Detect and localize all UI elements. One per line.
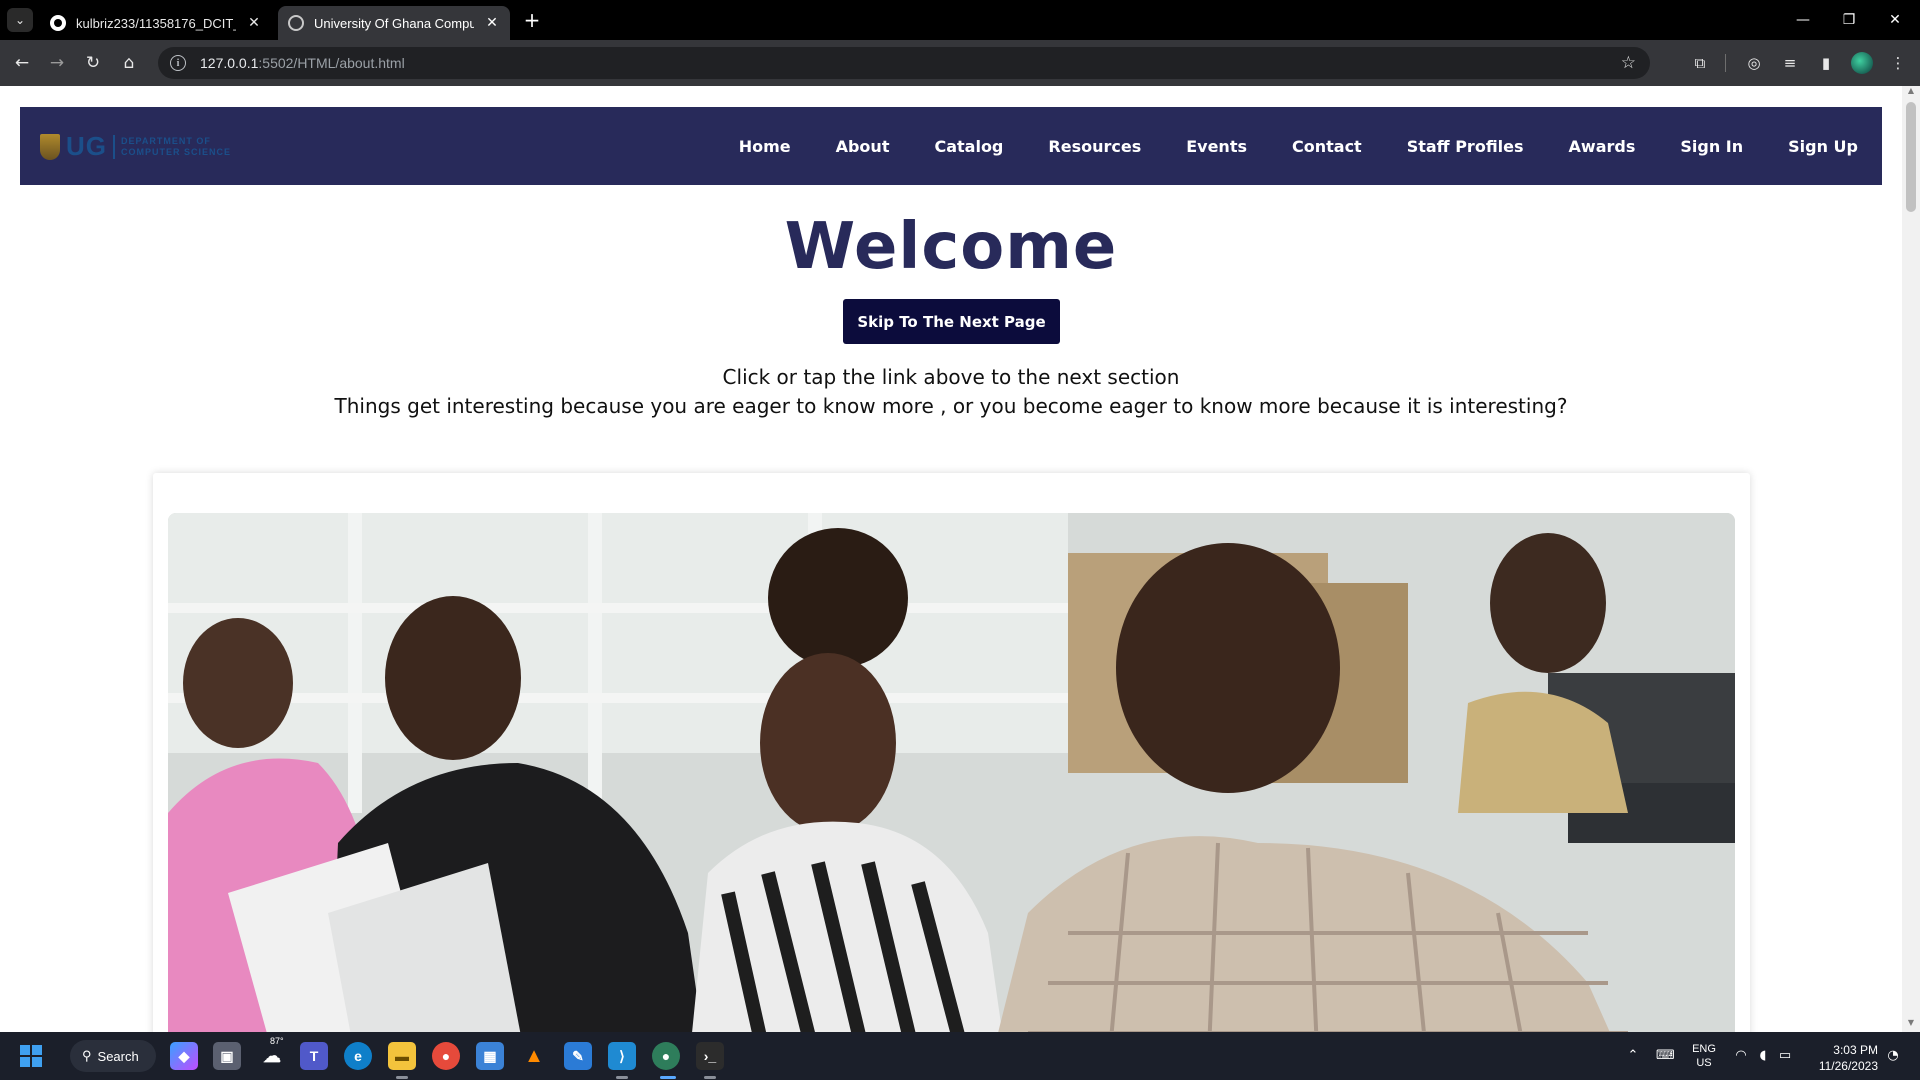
nav-sign-in[interactable]: Sign In	[1680, 137, 1743, 156]
terminal-icon[interactable]: ›_	[696, 1042, 724, 1070]
microsoft-store-icon[interactable]: ▦	[476, 1042, 504, 1070]
close-window-button[interactable]: ✕	[1872, 6, 1918, 34]
logo-abbr: UG	[66, 131, 107, 161]
page-viewport: UG DEPARTMENT OF COMPUTER SCIENCE Home Ab…	[0, 86, 1902, 1032]
copilot-icon[interactable]: ◆	[170, 1042, 198, 1070]
clock-date: 11/26/2023	[1818, 1059, 1878, 1073]
crest-icon	[40, 133, 60, 160]
browser-toolbar: ← → ↻ ⌂ i 127.0.0.1:5502/HTML/about.html…	[0, 40, 1920, 86]
new-tab-button[interactable]: +	[520, 8, 544, 32]
running-indicator	[616, 1076, 628, 1079]
close-tab-icon[interactable]: ✕	[484, 15, 500, 31]
extension-icon[interactable]: ◎	[1740, 49, 1768, 77]
nav-home[interactable]: Home	[739, 137, 791, 156]
edge-icon[interactable]: e	[344, 1042, 372, 1070]
nav-links: Home About Catalog Resources Events Cont…	[739, 107, 1858, 185]
scrollbar-thumb[interactable]	[1906, 102, 1916, 212]
vlc-icon[interactable]: ▲	[520, 1042, 548, 1070]
tab-search-button[interactable]: ⌄	[7, 8, 33, 32]
nav-about[interactable]: About	[836, 137, 890, 156]
logo-text: DEPARTMENT OF COMPUTER SCIENCE	[121, 135, 232, 157]
close-tab-icon[interactable]: ✕	[246, 15, 262, 31]
teams-icon[interactable]: T	[300, 1042, 328, 1070]
page-scrollbar[interactable]: ▲ ▼	[1902, 86, 1920, 1032]
media-control-icon[interactable]: ≡	[1776, 49, 1804, 77]
running-indicator	[396, 1076, 408, 1079]
tab-title: University Of Ghana Computer	[314, 15, 474, 31]
intro-line: Click or tap the link above to the next …	[722, 365, 1180, 389]
site-navbar: UG DEPARTMENT OF COMPUTER SCIENCE Home Ab…	[20, 107, 1882, 185]
bookmark-star-icon[interactable]: ☆	[1621, 53, 1636, 73]
language-indicator[interactable]: ENG US	[1690, 1042, 1718, 1070]
active-indicator	[660, 1076, 676, 1079]
volume-icon[interactable]: ◖	[1754, 1048, 1772, 1066]
intro-question: Things get interesting because you are e…	[334, 394, 1568, 418]
forward-button[interactable]: →	[43, 49, 71, 77]
github-icon	[50, 15, 66, 31]
nav-staff-profiles[interactable]: Staff Profiles	[1407, 137, 1524, 156]
show-hidden-icons-chevron-icon[interactable]: ⌃	[1624, 1048, 1642, 1066]
profile-avatar[interactable]	[1851, 52, 1873, 74]
page-title: Welcome	[784, 210, 1118, 284]
scroll-down-arrow-icon[interactable]: ▼	[1902, 1018, 1920, 1032]
task-view-icon[interactable]: ▣	[213, 1042, 241, 1070]
site-logo[interactable]: UG DEPARTMENT OF COMPUTER SCIENCE	[40, 131, 231, 162]
home-button[interactable]: ⌂	[115, 49, 143, 77]
side-panel-icon[interactable]: ▮	[1812, 49, 1840, 77]
browser-tab-strip: ⌄ kulbriz233/11358176_DCIT_205 ✕ Univers…	[0, 0, 1920, 40]
skip-next-page-button[interactable]: Skip To The Next Page	[843, 299, 1060, 344]
scroll-up-arrow-icon[interactable]: ▲	[1902, 86, 1920, 100]
chrome-profile-icon[interactable]: ●	[652, 1042, 680, 1070]
browser-tab-github[interactable]: kulbriz233/11358176_DCIT_205 ✕	[40, 6, 276, 40]
windows-start-icon[interactable]	[20, 1045, 42, 1067]
nav-catalog[interactable]: Catalog	[934, 137, 1003, 156]
logo-divider	[113, 134, 115, 159]
nav-sign-up[interactable]: Sign Up	[1788, 137, 1858, 156]
photo-card	[153, 473, 1750, 1032]
weather-cloud-icon[interactable]: ☁	[258, 1042, 286, 1070]
site-info-icon[interactable]: i	[170, 55, 186, 71]
windows-taskbar: ⚲ Search ◆ ▣ 87° ☁ T e ▬ ● ▦ ▲ ✎ ⟩ ● ›_ …	[0, 1032, 1920, 1080]
battery-icon[interactable]: ▭	[1776, 1048, 1794, 1066]
clock-time: 3:03 PM	[1833, 1043, 1878, 1057]
taskbar-clock[interactable]: 3:03 PM 11/26/2023	[1806, 1042, 1878, 1074]
students-photo	[168, 513, 1735, 1032]
paint-icon[interactable]: ✎	[564, 1042, 592, 1070]
taskbar-search[interactable]: ⚲ Search	[70, 1040, 156, 1072]
nav-resources[interactable]: Resources	[1048, 137, 1141, 156]
reload-button[interactable]: ↻	[79, 49, 107, 77]
globe-icon	[288, 15, 304, 31]
extensions-icon[interactable]: ⧉	[1686, 49, 1714, 77]
running-indicator	[704, 1076, 716, 1079]
restore-button[interactable]: ❐	[1826, 6, 1872, 34]
file-explorer-icon[interactable]: ▬	[388, 1042, 416, 1070]
keyboard-icon[interactable]: ⌨	[1656, 1048, 1675, 1066]
back-button[interactable]: ←	[8, 49, 36, 77]
url-text[interactable]: 127.0.0.1:5502/HTML/about.html	[200, 55, 405, 71]
nav-contact[interactable]: Contact	[1292, 137, 1362, 156]
wifi-icon[interactable]: ◠	[1732, 1048, 1750, 1066]
vscode-icon[interactable]: ⟩	[608, 1042, 636, 1070]
notification-bell-icon[interactable]: ◔	[1884, 1048, 1902, 1066]
nav-awards[interactable]: Awards	[1569, 137, 1636, 156]
search-icon: ⚲	[82, 1048, 92, 1063]
browser-tab-active[interactable]: University Of Ghana Computer ✕	[278, 6, 510, 40]
search-label: Search	[97, 1048, 139, 1064]
toolbar-divider	[1725, 54, 1726, 72]
address-bar[interactable]: i 127.0.0.1:5502/HTML/about.html ☆	[158, 47, 1650, 79]
chevron-down-icon: ⌄	[14, 13, 26, 27]
tab-title: kulbriz233/11358176_DCIT_205	[76, 15, 236, 31]
minimize-button[interactable]: —	[1780, 6, 1826, 34]
chrome-icon[interactable]: ●	[432, 1042, 460, 1070]
menu-icon[interactable]: ⋮	[1884, 49, 1912, 77]
nav-events[interactable]: Events	[1186, 137, 1247, 156]
